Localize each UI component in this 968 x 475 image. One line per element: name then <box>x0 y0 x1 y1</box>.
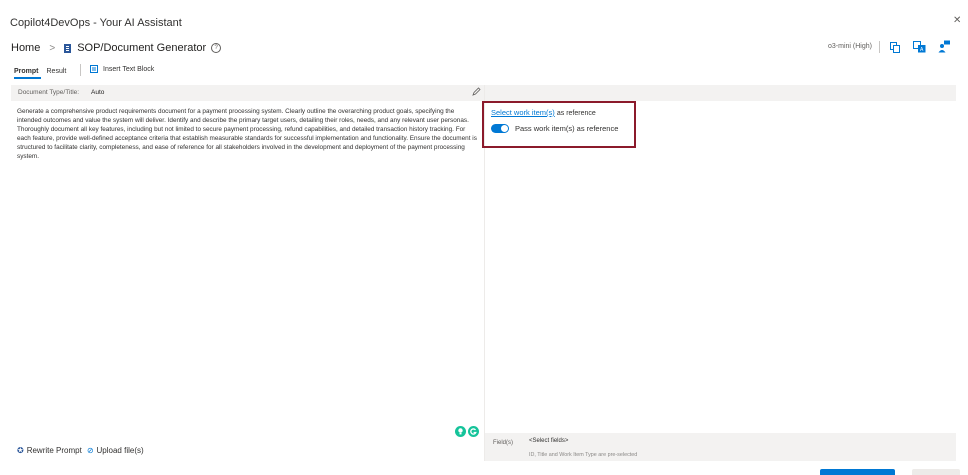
reference-panel-header <box>485 85 956 101</box>
prompt-actions: ✪ Rewrite Prompt ⊘ Upload file(s) <box>17 446 149 455</box>
lightbulb-icon[interactable] <box>455 426 466 437</box>
app-title: Copilot4DevOps - Your AI Assistant <box>10 17 182 29</box>
divider <box>80 64 81 76</box>
secondary-button[interactable] <box>912 469 960 475</box>
fields-bar: Field(s) <Select fields> ID, Title and W… <box>485 433 956 461</box>
breadcrumb-home[interactable]: Home <box>11 42 40 54</box>
grammarly-icon[interactable] <box>468 426 479 437</box>
document-icon <box>64 43 72 53</box>
pass-work-items-toggle[interactable] <box>491 124 509 133</box>
as-reference-text: as reference <box>556 110 596 117</box>
rewrite-prompt-label: Rewrite Prompt <box>26 446 82 455</box>
document-type-bar: Document Type/Title: Auto <box>11 85 484 101</box>
close-icon[interactable]: ✕ <box>953 15 961 26</box>
document-type-value[interactable]: Auto <box>91 89 104 96</box>
rewrite-prompt-button[interactable]: ✪ Rewrite Prompt <box>17 446 82 455</box>
document-type-label: Document Type/Title: <box>18 89 80 96</box>
copy-icon[interactable] <box>890 40 900 58</box>
text-block-icon <box>90 65 98 73</box>
page-title: SOP/Document Generator <box>77 42 207 54</box>
fields-note: ID, Title and Work Item Type are pre-sel… <box>529 452 638 458</box>
upload-files-label: Upload file(s) <box>96 446 144 455</box>
help-icon[interactable]: ? <box>211 43 222 53</box>
active-tab-indicator <box>14 77 41 79</box>
insert-text-block-button[interactable]: Insert Text Block <box>90 65 154 73</box>
prompt-textarea[interactable]: Generate a comprehensive product require… <box>17 107 479 161</box>
pass-work-items-label: Pass work item(s) as reference <box>515 124 619 133</box>
rewrite-icon: ✪ <box>17 446 24 455</box>
select-work-items: Select work item(s) as reference <box>491 108 596 117</box>
fields-label: Field(s) <box>493 440 514 446</box>
tab-result[interactable]: Result <box>47 68 67 75</box>
breadcrumb: Home > SOP/Document Generator ? <box>11 41 222 55</box>
select-work-items-link[interactable]: Select work item(s) <box>491 108 555 117</box>
tab-prompt[interactable]: Prompt <box>14 68 39 75</box>
pencil-icon[interactable] <box>472 87 481 96</box>
fields-select[interactable]: <Select fields> <box>529 438 568 444</box>
generate-button[interactable] <box>820 469 895 475</box>
insert-text-block-label: Insert Text Block <box>103 65 155 73</box>
chevron-right-icon: > <box>49 42 56 54</box>
upload-files-button[interactable]: ⊘ Upload file(s) <box>87 446 144 455</box>
translate-icon[interactable]: A <box>913 40 926 58</box>
feedback-icon[interactable] <box>938 40 950 58</box>
paperclip-icon: ⊘ <box>86 446 94 455</box>
grammarly-widget <box>455 426 479 437</box>
divider <box>879 41 880 53</box>
model-selector[interactable]: o3-mini (High) <box>828 43 872 50</box>
